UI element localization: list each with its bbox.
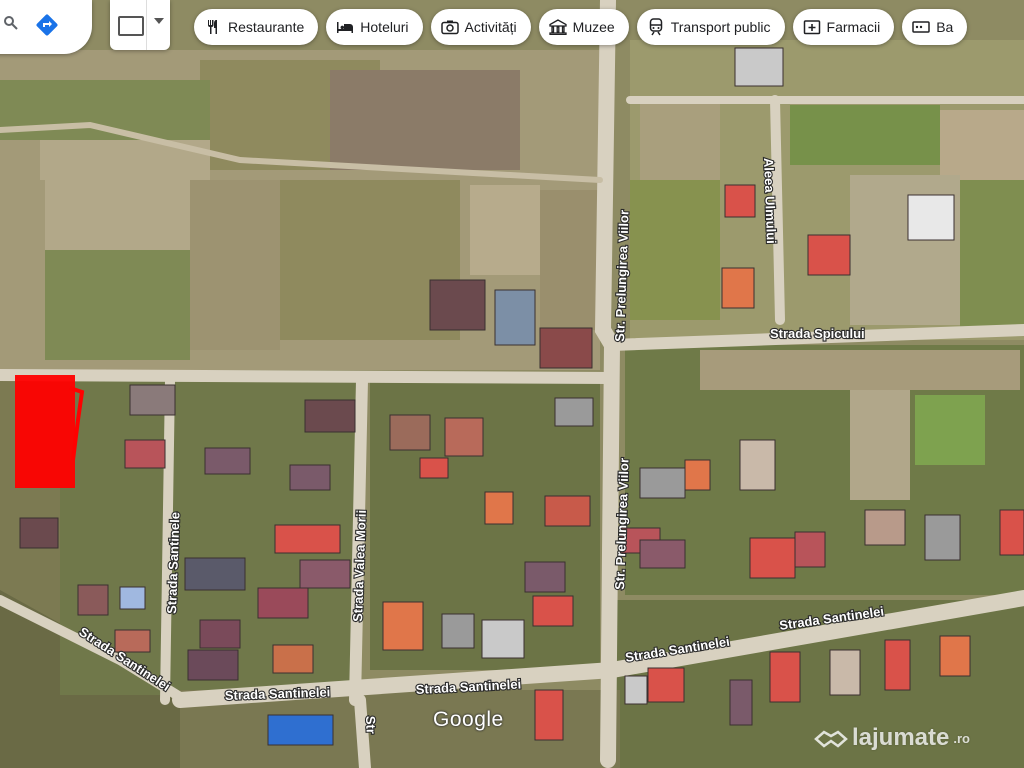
bed-icon	[336, 18, 354, 36]
museum-icon	[549, 18, 567, 36]
input-tools-button[interactable]	[110, 0, 170, 50]
fork-knife-icon	[204, 18, 222, 36]
keyboard-icon[interactable]	[118, 16, 144, 36]
directions-icon[interactable]	[34, 12, 60, 38]
chip-label: Ba	[936, 19, 954, 35]
chevron-down-icon[interactable]	[154, 18, 164, 24]
street-label-str-bottom: Str	[363, 716, 379, 735]
chip-restaurante[interactable]: Restaurante	[194, 9, 319, 45]
chip-label: Transport public	[670, 19, 771, 35]
satellite-map[interactable]: Str. Prelungirea Viilor Str. Prelungirea…	[0, 0, 1024, 768]
atm-icon	[912, 18, 930, 36]
search-box[interactable]	[0, 0, 92, 54]
train-icon	[647, 18, 665, 36]
watermark-text: lajumate	[852, 724, 950, 751]
handshake-icon	[814, 730, 848, 748]
chip-activitati[interactable]: Activități	[430, 9, 531, 45]
highlighted-plot	[15, 375, 75, 488]
watermark-tld: .ro	[953, 730, 970, 746]
chip-atm[interactable]: Ba	[902, 9, 968, 45]
camera-icon	[440, 18, 459, 36]
pharmacy-icon	[803, 18, 821, 36]
chip-label: Farmacii	[826, 19, 881, 35]
chip-transport-public[interactable]: Transport public	[636, 9, 785, 45]
search-icon[interactable]	[4, 16, 18, 30]
google-logo: Google	[433, 708, 504, 731]
street-label-aleea-ulmului: Aleea Ulmului	[761, 158, 779, 244]
chip-label: Muzee	[572, 19, 615, 35]
chip-farmacii[interactable]: Farmacii	[792, 9, 895, 45]
street-label-strada-spicului: Strada Spicului	[770, 326, 865, 341]
lajumate-watermark: lajumate .ro	[814, 724, 970, 752]
chip-muzee[interactable]: Muzee	[538, 9, 629, 45]
category-chips: Restaurante Hoteluri Activități Muzee Tr…	[194, 9, 968, 45]
divider	[146, 0, 147, 50]
chip-hoteluri[interactable]: Hoteluri	[326, 9, 423, 45]
chip-label: Activități	[464, 19, 517, 35]
chip-label: Restaurante	[228, 19, 305, 35]
chip-label: Hoteluri	[360, 19, 409, 35]
